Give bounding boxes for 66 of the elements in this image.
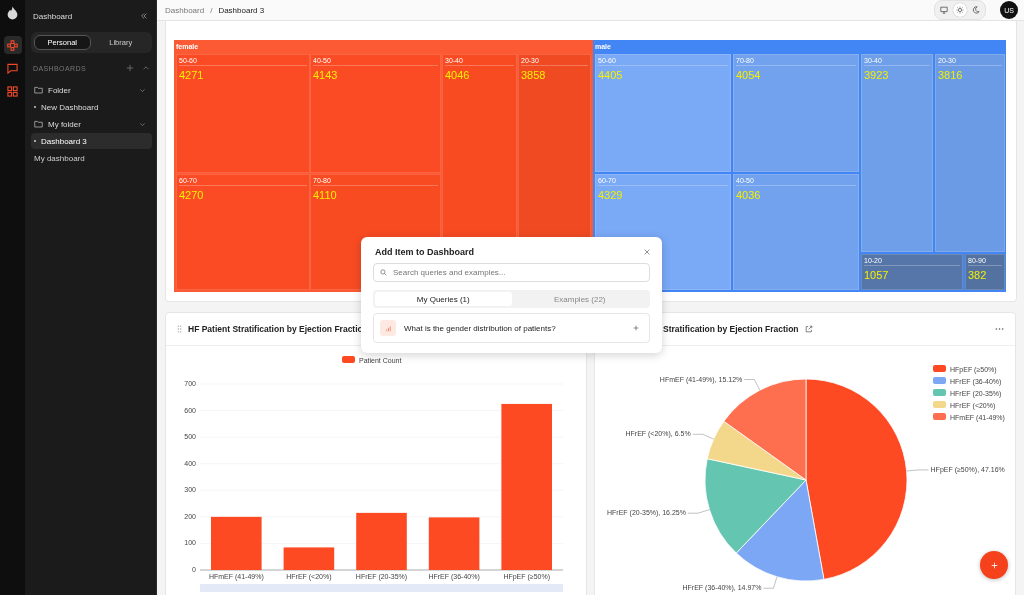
search-input[interactable]: Search queries and examples... xyxy=(393,268,643,277)
tile-value: 4036 xyxy=(736,189,762,201)
tile-value: 4271 xyxy=(179,69,205,81)
tile-value: 4110 xyxy=(313,189,338,201)
tile-value: 4270 xyxy=(179,189,205,201)
bar-chart-icon xyxy=(380,320,396,336)
folder-item[interactable]: My folder xyxy=(31,116,152,132)
tile-value: 3816 xyxy=(938,69,964,81)
dashboard-item[interactable]: New Dashboard xyxy=(31,99,152,115)
add-icon[interactable] xyxy=(633,325,639,331)
folder-icon xyxy=(34,86,43,94)
drag-handle-icon[interactable] xyxy=(177,325,182,333)
tile-value: 3923 xyxy=(864,69,890,81)
diamond-nodes-icon xyxy=(7,39,18,51)
tile-value: 3858 xyxy=(521,69,547,81)
dialog-tab[interactable]: My Queries (1) xyxy=(375,292,512,306)
leader-line xyxy=(687,509,710,514)
legend-swatch xyxy=(933,365,946,372)
card-title: Stratification by Ejection Fraction xyxy=(663,324,799,334)
leader-line xyxy=(744,379,761,391)
dashboard-item[interactable]: My dashboard xyxy=(31,150,152,166)
tile-value: 4405 xyxy=(598,69,624,81)
breadcrumb-link[interactable]: Dashboard xyxy=(165,5,205,15)
legend-swatch xyxy=(933,377,946,384)
search-icon xyxy=(380,269,387,276)
add-icon[interactable] xyxy=(126,64,134,72)
rail-button[interactable] xyxy=(3,36,22,54)
breadcrumb-separator: / xyxy=(210,5,213,15)
query-text: What is the gender distribution of patients? xyxy=(404,323,557,333)
collapse-icon[interactable] xyxy=(140,12,148,20)
query-item[interactable]: What is the gender distribution of patients? xyxy=(373,313,650,343)
external-link-icon[interactable] xyxy=(804,325,813,333)
tile-value: 382 xyxy=(968,269,988,281)
legend-swatch xyxy=(933,389,946,396)
tile-value: 4143 xyxy=(313,69,339,81)
leader-line xyxy=(692,433,714,440)
dashboard-item[interactable]: Dashboard 3 xyxy=(31,133,152,149)
more-icon[interactable] xyxy=(995,327,1004,331)
bar xyxy=(428,517,480,570)
sun-button[interactable] xyxy=(953,3,967,17)
close-icon[interactable] xyxy=(644,249,650,255)
breadcrumb-link[interactable]: Dashboard 3 xyxy=(218,5,265,15)
folder-item[interactable]: Folder xyxy=(31,82,152,98)
tile-value: 4046 xyxy=(445,69,471,81)
sidebar-title: Dashboard xyxy=(33,11,73,21)
legend-swatch xyxy=(342,356,355,363)
tile-value: 4329 xyxy=(598,189,624,201)
leader-line xyxy=(763,576,778,589)
bar xyxy=(211,516,262,570)
zoom-slider[interactable] xyxy=(200,584,563,592)
chat-icon xyxy=(7,62,18,74)
leader-line xyxy=(906,469,929,472)
grid-icon xyxy=(7,85,18,97)
chevron-up-icon[interactable] xyxy=(142,64,150,72)
card-title: HF Patient Stratification by Ejection Fractio xyxy=(188,324,363,334)
folder-icon xyxy=(34,120,43,128)
tile-value: 1057 xyxy=(864,269,890,281)
legend-swatch xyxy=(933,413,946,420)
tile-value: 4054 xyxy=(736,69,762,81)
bar xyxy=(283,547,335,570)
search-field[interactable]: Search queries and examples... xyxy=(373,263,650,282)
logo-icon xyxy=(6,5,19,21)
dialog-title: Add Item to Dashboard xyxy=(375,247,474,257)
legend-swatch xyxy=(933,401,946,408)
plus-icon xyxy=(990,561,998,569)
bar xyxy=(356,512,407,570)
